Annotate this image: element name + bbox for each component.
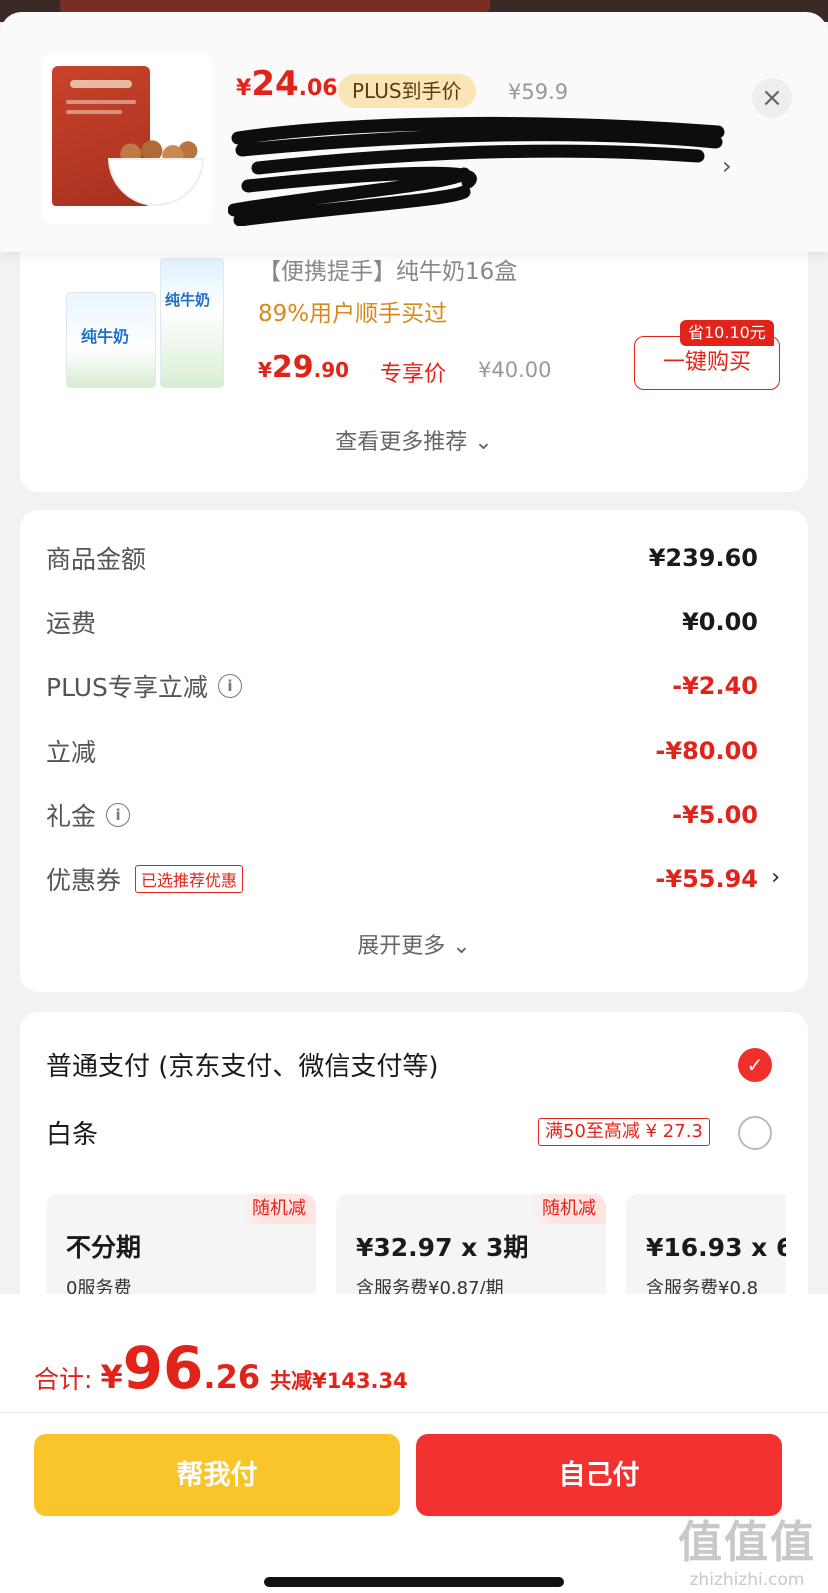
coupon-selected-tag: 已选推荐优惠 bbox=[135, 865, 244, 893]
summary-row-shipping: 运费 ¥0.00 bbox=[46, 602, 758, 642]
plan-title: 不分期 bbox=[66, 1233, 142, 1262]
checkout-sheet: 纯牛奶 纯牛奶 【便携提手】纯牛奶16盒 89%用户顺手买过 ¥ 29 .90 … bbox=[0, 12, 828, 1593]
info-icon[interactable]: i bbox=[106, 803, 131, 827]
summary-row-plus-discount: PLUS专享立减 i -¥2.40 bbox=[46, 666, 758, 706]
milk-box-image: 纯牛奶 bbox=[66, 292, 156, 388]
watermark-logo: 值值值 bbox=[678, 1517, 816, 1568]
recommendation-buyers: 89%用户顺手买过 bbox=[258, 301, 448, 327]
exclusive-price-label: 专享价 bbox=[380, 362, 447, 387]
payment-option-baitiao[interactable]: 白条 bbox=[46, 1114, 98, 1151]
chevron-right-icon[interactable]: › bbox=[722, 152, 732, 180]
summary-label-group: PLUS专享立减 i bbox=[46, 668, 242, 704]
payment-method-card: 普通支付 (京东支付、微信支付等) ✓ 白条 满50至高减 ¥ 27.3 随机减… bbox=[20, 1012, 808, 1312]
summary-value: -¥80.00 bbox=[655, 737, 758, 765]
expand-more-link[interactable]: 展开更多 ⌄ bbox=[20, 928, 808, 960]
checkbox-checked-icon[interactable]: ✓ bbox=[738, 1048, 772, 1082]
summary-value: -¥55.94 bbox=[655, 865, 758, 893]
baitiao-promo-tag: 满50至高减 ¥ 27.3 bbox=[538, 1118, 710, 1146]
summary-row-coupon[interactable]: 优惠券 已选推荐优惠 -¥55.94 › bbox=[46, 859, 780, 899]
summary-label: 礼金 bbox=[46, 802, 97, 831]
bag-text-line bbox=[66, 100, 136, 104]
summary-row-goods: 商品金额 ¥239.60 bbox=[46, 538, 758, 578]
home-indicator[interactable] bbox=[264, 1577, 564, 1587]
summary-row-gift-money: 礼金 i -¥5.00 bbox=[46, 795, 758, 835]
chevron-right-icon[interactable]: › bbox=[771, 865, 780, 890]
summary-label-group: 优惠券 已选推荐优惠 bbox=[46, 861, 244, 897]
more-recommendations-link[interactable]: 查看更多推荐 ⌄ bbox=[20, 424, 808, 456]
price-currency: ¥ bbox=[236, 76, 252, 101]
summary-value: -¥2.40 bbox=[672, 672, 758, 700]
plan-title: ¥16.93 x 6期 bbox=[646, 1233, 786, 1262]
summary-value: -¥5.00 bbox=[672, 801, 758, 829]
bag-text-line bbox=[66, 110, 122, 114]
checkout-bottom-bar: 合计: ¥ 96 .26 共减¥143.34 帮我付 自己付 值值值 zhizh… bbox=[0, 1294, 828, 1593]
milk-box-label: 纯牛奶 bbox=[165, 291, 211, 309]
order-total: 合计: ¥ 96 .26 共减¥143.34 bbox=[34, 1334, 408, 1402]
plan-title: ¥32.97 x 3期 bbox=[356, 1233, 529, 1262]
price-decimal: .90 bbox=[313, 358, 350, 382]
summary-label: 商品金额 bbox=[46, 545, 147, 574]
divider bbox=[0, 1412, 828, 1413]
checkbox-unchecked-icon[interactable] bbox=[738, 1116, 772, 1150]
plus-price-badge: PLUS到手价 bbox=[338, 74, 476, 108]
price-integer: 24 bbox=[251, 64, 299, 104]
close-button[interactable]: × bbox=[752, 78, 792, 118]
summary-label: PLUS专享立减 bbox=[46, 673, 208, 702]
watermark-url: zhizhizhi.com bbox=[689, 1570, 805, 1590]
total-label: 合计: bbox=[34, 1365, 93, 1394]
price-breakdown-card: 商品金额 ¥239.60 运费 ¥0.00 PLUS专享立减 i -¥2.40 … bbox=[20, 510, 808, 992]
random-discount-badge: 随机减 bbox=[532, 1194, 606, 1224]
total-decimal: .26 bbox=[203, 1358, 261, 1396]
summary-row-instant-discount: 立减 -¥80.00 bbox=[46, 731, 758, 771]
product-price: ¥ 24 .06 bbox=[236, 64, 338, 104]
recommendation-price: ¥ 29 .90 bbox=[258, 350, 349, 385]
bag-logo bbox=[70, 80, 132, 88]
recommendation-original-price: ¥40.00 bbox=[478, 358, 552, 382]
price-integer: 29 bbox=[271, 350, 314, 385]
summary-label: 优惠券 bbox=[46, 866, 122, 895]
summary-value: ¥239.60 bbox=[648, 544, 758, 572]
installment-plans: 随机减 不分期 0服务费 随机减 ¥32.97 x 3期 含服务费¥0.87/期… bbox=[46, 1184, 786, 1312]
summary-label: 立减 bbox=[46, 738, 97, 767]
random-discount-badge: 随机减 bbox=[242, 1194, 316, 1224]
watermark: 值值值 zhizhizhi.com bbox=[672, 1506, 822, 1590]
price-currency: ¥ bbox=[258, 358, 272, 382]
redaction-scribble bbox=[228, 116, 725, 226]
product-original-price: ¥59.9 bbox=[508, 80, 569, 104]
milk-box-image: 纯牛奶 bbox=[160, 258, 224, 388]
savings-badge: 省10.10元 bbox=[680, 320, 774, 346]
total-savings: 共减¥143.34 bbox=[270, 1369, 408, 1393]
recommendation-name[interactable]: 【便携提手】纯牛奶16盒 bbox=[258, 252, 517, 286]
product-header: ¥ 24 .06 PLUS到手价 ¥59.9 × ... › bbox=[0, 12, 828, 252]
product-thumbnail[interactable] bbox=[42, 54, 212, 224]
summary-label: 运费 bbox=[46, 609, 97, 638]
payment-option-normal[interactable]: 普通支付 (京东支付、微信支付等) bbox=[46, 1046, 439, 1083]
pay-myself-button[interactable]: 自己付 bbox=[416, 1434, 782, 1516]
summary-value: ¥0.00 bbox=[682, 608, 758, 636]
help-me-pay-button[interactable]: 帮我付 bbox=[34, 1434, 400, 1516]
milk-product-image[interactable]: 纯牛奶 纯牛奶 bbox=[48, 252, 238, 392]
milk-box-label: 纯牛奶 bbox=[81, 327, 130, 346]
price-decimal: .06 bbox=[298, 76, 338, 101]
total-integer: 96 bbox=[122, 1334, 204, 1402]
summary-label-group: 礼金 i bbox=[46, 797, 131, 833]
info-icon[interactable]: i bbox=[217, 674, 242, 698]
total-currency: ¥ bbox=[100, 1358, 123, 1396]
